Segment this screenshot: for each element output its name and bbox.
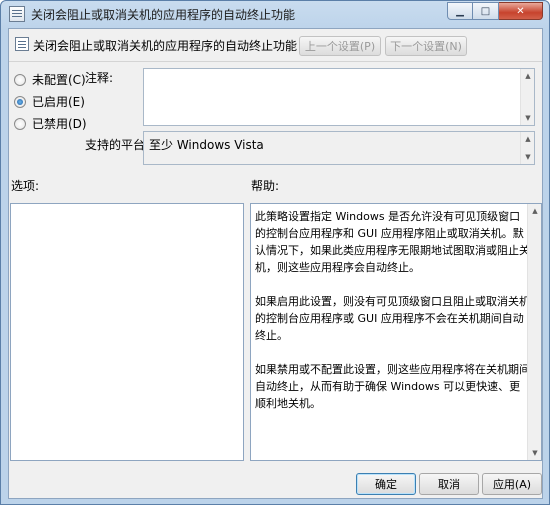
scroll-up-arrow-icon[interactable]: ▲ — [521, 69, 535, 83]
apply-button[interactable]: 应用(A) — [482, 473, 542, 495]
help-scrollbar[interactable]: ▲ ▼ — [527, 204, 541, 460]
scroll-down-arrow-icon[interactable]: ▼ — [521, 150, 535, 164]
radio-enabled[interactable]: 已启用(E) — [14, 93, 85, 110]
scroll-down-arrow-icon[interactable]: ▼ — [521, 111, 535, 125]
radio-disabled[interactable]: 已禁用(D) — [14, 115, 87, 132]
title-bar[interactable]: 关闭会阻止或取消关机的应用程序的自动终止功能 ▁ □ ✕ — [1, 1, 549, 27]
help-paragraph: 如果启用此设置，则没有可见顶级窗口且阻止或取消关机的控制台应用程序或 GUI 应… — [255, 295, 530, 342]
radio-enabled-circle[interactable] — [14, 95, 26, 108]
close-button[interactable]: ✕ — [499, 2, 543, 20]
cancel-button[interactable]: 取消 — [419, 473, 479, 495]
platform-scrollbar[interactable]: ▲ ▼ — [520, 132, 534, 164]
minimize-icon: ▁ — [456, 5, 464, 17]
radio-disabled-label: 已禁用(D) — [32, 117, 87, 131]
policy-document-icon — [9, 6, 25, 22]
options-section-label: 选项: — [11, 179, 40, 193]
policy-dialog-window: 关闭会阻止或取消关机的应用程序的自动终止功能 ▁ □ ✕ 关闭会阻止或取消关机的… — [0, 0, 550, 505]
radio-enabled-label: 已启用(E) — [32, 95, 85, 109]
minimize-button[interactable]: ▁ — [447, 2, 473, 20]
policy-title: 关闭会阻止或取消关机的应用程序的自动终止功能 — [33, 39, 298, 53]
radio-not-configured[interactable]: 未配置(C) — [14, 71, 86, 88]
platform-field: 至少 Windows Vista ▲ ▼ — [143, 131, 535, 165]
header-divider — [9, 61, 542, 62]
help-paragraph: 如果禁用或不配置此设置，则这些应用程序将在关机期间自动终止，从而有助于确保 Wi… — [255, 363, 530, 410]
help-section-label: 帮助: — [251, 179, 280, 193]
radio-not-configured-label: 未配置(C) — [32, 73, 86, 87]
radio-not-configured-circle[interactable] — [14, 73, 26, 86]
scroll-up-arrow-icon[interactable]: ▲ — [521, 132, 535, 146]
scroll-up-arrow-icon[interactable]: ▲ — [528, 204, 542, 218]
help-paragraph: 此策略设置指定 Windows 是否允许没有可见顶级窗口的控制台应用程序和 GU… — [255, 210, 530, 274]
window-title: 关闭会阻止或取消关机的应用程序的自动终止功能 — [31, 8, 296, 22]
maximize-icon: □ — [480, 5, 491, 17]
maximize-button[interactable]: □ — [473, 2, 499, 20]
comment-label: 注释: — [85, 71, 114, 85]
platform-label: 支持的平台: — [85, 138, 150, 152]
caption-buttons: ▁ □ ✕ — [447, 2, 543, 20]
policy-header: 关闭会阻止或取消关机的应用程序的自动终止功能 上一个设置(P) 下一个设置(N) — [9, 29, 542, 61]
close-icon: ✕ — [516, 5, 525, 17]
next-setting-button[interactable]: 下一个设置(N) — [385, 36, 467, 56]
dialog-client-area: 关闭会阻止或取消关机的应用程序的自动终止功能 上一个设置(P) 下一个设置(N)… — [8, 28, 543, 499]
options-panel — [10, 203, 244, 461]
comment-textarea[interactable]: ▲ ▼ — [143, 68, 535, 126]
help-text: 此策略设置指定 Windows 是否允许没有可见顶级窗口的控制台应用程序和 GU… — [255, 208, 530, 429]
radio-disabled-circle[interactable] — [14, 117, 26, 130]
policy-setting-icon — [15, 37, 29, 51]
help-panel: 此策略设置指定 Windows 是否允许没有可见顶级窗口的控制台应用程序和 GU… — [250, 203, 542, 461]
platform-value: 至少 Windows Vista — [149, 138, 264, 152]
comment-scrollbar[interactable]: ▲ ▼ — [520, 69, 534, 125]
ok-button[interactable]: 确定 — [356, 473, 416, 495]
scroll-down-arrow-icon[interactable]: ▼ — [528, 446, 542, 460]
previous-setting-button[interactable]: 上一个设置(P) — [299, 36, 381, 56]
